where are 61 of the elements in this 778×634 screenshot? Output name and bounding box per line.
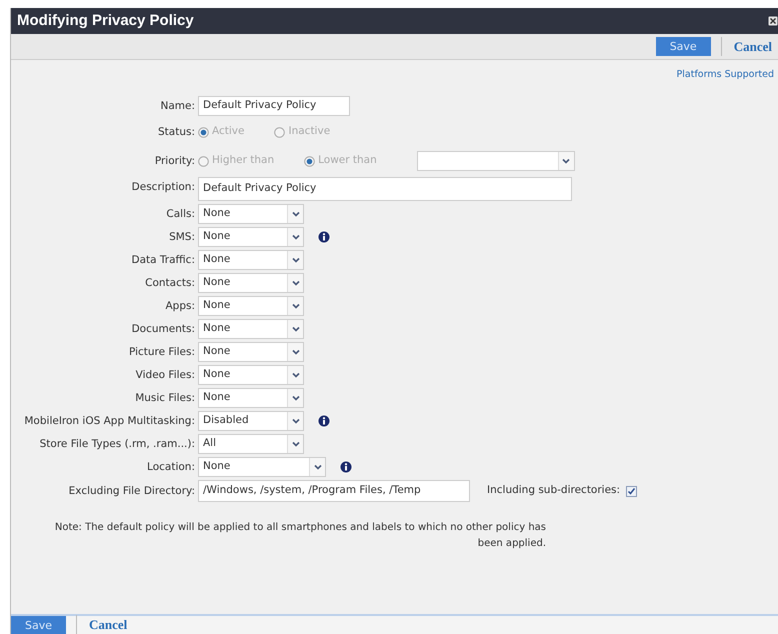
field-label: Music Files: (135, 392, 196, 404)
field-label: Location: (147, 460, 196, 473)
field-label: Name: (160, 100, 196, 112)
radio-label: Active (212, 124, 244, 140)
radio-label: Lower than (318, 153, 377, 168)
dropdown[interactable]: None (198, 296, 304, 316)
caret-icon (292, 441, 300, 448)
radio-label: Higher than (212, 153, 274, 168)
caret-icon (292, 234, 300, 240)
text-field[interactable]: /Windows, /system, /Program Files, /Temp (198, 480, 470, 502)
caret-icon (562, 158, 570, 164)
dropdown[interactable]: None (198, 227, 304, 248)
radio-label: Inactive (288, 124, 330, 140)
caret-icon (292, 326, 300, 332)
caret-icon (292, 418, 300, 424)
radio-button[interactable] (198, 126, 209, 138)
dropdown[interactable]: None (198, 365, 304, 386)
caret-icon (292, 303, 300, 310)
cancel-link[interactable]: Cancel (76, 615, 128, 634)
dropdown[interactable]: None (198, 204, 304, 224)
radio-button[interactable] (304, 156, 316, 167)
field-label: Video Files: (136, 368, 196, 381)
dropdown[interactable]: None (198, 273, 304, 294)
note-text: Note: The default policy will be applied to all smartphones and labels to which no other policy has been applied. (54, 521, 546, 552)
caret-icon (292, 257, 300, 264)
caret-icon (292, 395, 300, 402)
text-field[interactable]: Default Privacy Policy (198, 96, 350, 116)
field-label: SMS: (169, 230, 196, 243)
dropdown[interactable]: Disabled (198, 411, 304, 432)
checkbox[interactable] (626, 486, 638, 497)
caret-icon (314, 464, 322, 470)
field-label: Picture Files: (128, 346, 196, 358)
platforms-link[interactable]: Platforms Supported (676, 69, 774, 80)
dropdown[interactable]: None (198, 388, 304, 408)
field-label: Priority: (154, 154, 196, 167)
field-label: Documents: (132, 322, 196, 335)
dropdown[interactable]: None (198, 457, 326, 478)
caret-icon (292, 211, 300, 218)
field-label: Store File Types (.rm, .ram...): (40, 438, 196, 450)
field-label: Description: (132, 180, 196, 193)
dialog-title: Modifying Privacy Policy (17, 10, 194, 31)
dropdown[interactable]: None (198, 342, 304, 362)
radio-button[interactable] (198, 156, 209, 167)
dropdown[interactable]: All (198, 434, 304, 454)
caret-icon (292, 372, 300, 378)
caret-icon (292, 280, 300, 286)
field-label: Apps: (165, 300, 196, 312)
field-label: Status: (158, 126, 196, 138)
close-icon[interactable] (768, 15, 778, 27)
dropdown[interactable]: None (198, 319, 304, 340)
caret-icon (292, 349, 300, 356)
cancel-link[interactable]: Cancel (720, 36, 772, 56)
checkbox-label: Including sub-directories: (487, 483, 622, 498)
text-field[interactable]: Default Privacy Policy (198, 177, 572, 202)
dropdown[interactable]: None (198, 250, 304, 270)
field-label: Data Traffic: (132, 254, 196, 266)
field-label: Contacts: (145, 276, 196, 289)
field-label: Calls: (166, 208, 196, 220)
field-label: MobileIron iOS App Multitasking: (24, 414, 196, 427)
radio-button[interactable] (274, 126, 286, 138)
field-label: Excluding File Directory: (68, 484, 196, 497)
